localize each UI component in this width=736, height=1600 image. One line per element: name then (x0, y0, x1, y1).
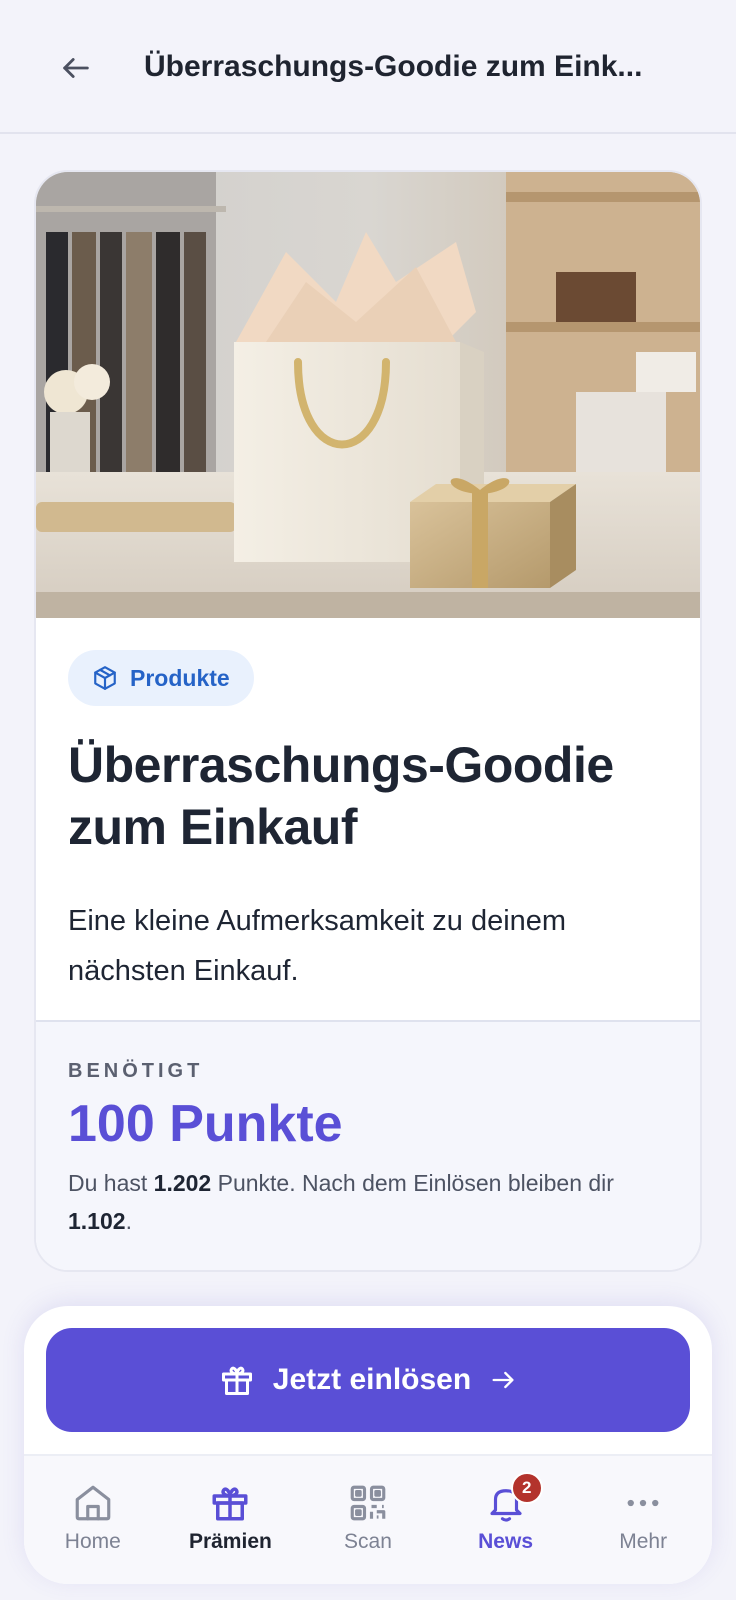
points-section: BENÖTIGT 100 Punkte Du hast 1.202 Punkte… (36, 1020, 700, 1270)
category-chip: Produkte (68, 650, 254, 706)
note-suffix: . (125, 1208, 132, 1234)
note-middle: Punkte. Nach dem Einlösen bleiben dir (211, 1170, 614, 1196)
back-button[interactable] (52, 44, 100, 92)
gift-icon (221, 1366, 252, 1395)
package-icon (94, 666, 116, 690)
nav-label-praemien: Prämien (188, 1530, 272, 1553)
reward-description: Eine kleine Aufmerksamkeit zu deinem näc… (68, 905, 567, 987)
bottom-panel: Jetzt einlösen Home Prämien Scan 2 News … (24, 1306, 712, 1584)
points-required-value: 100 Punkte (68, 1095, 343, 1153)
note-prefix: Du hast (68, 1170, 154, 1196)
reward-image (36, 172, 700, 618)
nav-label-news: News (478, 1530, 533, 1553)
nav-item-mehr[interactable]: Mehr (574, 1456, 712, 1584)
qr-code-icon (350, 1485, 386, 1521)
points-balance-note: Du hast 1.202 Punkte. Nach dem Einlösen … (68, 1164, 678, 1240)
nav-item-scan[interactable]: Scan (299, 1456, 437, 1584)
gift-icon (212, 1487, 248, 1521)
nav-label-scan: Scan (344, 1530, 392, 1553)
nav-item-home[interactable]: Home (24, 1456, 162, 1584)
more-icon (627, 1499, 659, 1507)
category-label: Produkte (130, 664, 230, 691)
reward-card: Produkte Überraschungs-Goodie zum Einkau… (34, 170, 702, 1272)
app-header: Überraschungs-Goodie zum Eink... (0, 0, 736, 134)
current-points: 1.202 (153, 1170, 212, 1196)
nav-label-home: Home (64, 1530, 121, 1553)
redeem-button[interactable]: Jetzt einlösen (46, 1328, 690, 1432)
nav-item-praemien[interactable]: Prämien (162, 1456, 300, 1584)
nav-label-mehr: Mehr (619, 1530, 668, 1553)
news-badge: 2 (510, 1472, 543, 1504)
reward-title: Überraschungs-Goodie zum Einkauf (68, 737, 614, 855)
redeem-button-label: Jetzt einlösen (272, 1363, 472, 1396)
page-title: Überraschungs-Goodie zum Eink... (144, 50, 643, 83)
remaining-points: 1.102 (68, 1208, 126, 1234)
arrow-right-icon (492, 1371, 514, 1389)
home-icon (75, 1485, 111, 1521)
arrow-left-icon (63, 58, 89, 78)
points-required-label: BENÖTIGT (68, 1060, 204, 1082)
nav-item-news[interactable]: 2 News (437, 1456, 575, 1584)
bottom-nav: Home Prämien Scan 2 News Mehr (24, 1454, 712, 1584)
